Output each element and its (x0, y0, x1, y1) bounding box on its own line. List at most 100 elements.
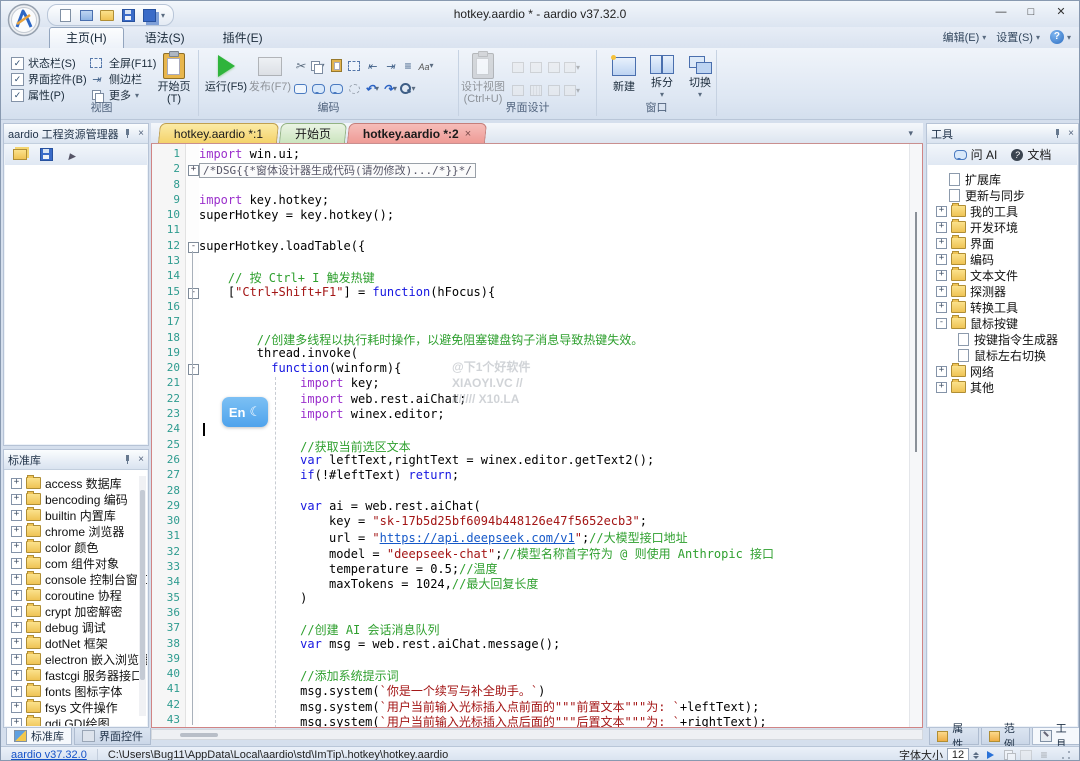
切换-button[interactable]: 切换▾ (677, 53, 723, 101)
panel-close-icon[interactable]: × (1068, 129, 1074, 138)
qat-customize-icon[interactable]: ▾ (161, 11, 165, 20)
code-line[interactable] (199, 178, 910, 193)
copy-line-icon[interactable] (1001, 749, 1015, 761)
expand-icon[interactable]: + (11, 654, 22, 665)
code-line[interactable]: superHotkey = key.hotkey(); (199, 208, 910, 223)
line-number[interactable]: 32 (152, 545, 185, 560)
line-number[interactable]: 14 (152, 269, 185, 284)
line-number[interactable]: 24 (152, 422, 185, 437)
line-number[interactable]: 41 (152, 682, 185, 697)
code-line[interactable] (199, 254, 910, 269)
line-number[interactable]: 1 (152, 147, 185, 162)
layout-group-icon[interactable]: ▾ (563, 60, 581, 76)
line-number[interactable]: 29 (152, 499, 185, 514)
expand-icon[interactable]: + (11, 638, 22, 649)
stdlib-item[interactable]: +bencoding 编码 (11, 491, 147, 507)
tools-tree-item[interactable]: +编码 (936, 251, 1077, 267)
code-line[interactable]: import web.rest.aiChat; (199, 392, 910, 407)
code-line[interactable]: //创建 AI 会话消息队列 (199, 621, 910, 636)
code-line[interactable]: url = "https://api.deepseek.com/v1";//大模… (199, 529, 910, 544)
open-icon[interactable] (98, 7, 116, 23)
stdlib-item[interactable]: +color 颜色 (11, 539, 147, 555)
toggle-case-icon[interactable]: ▾ (417, 58, 435, 74)
lasso-select-icon[interactable] (345, 81, 363, 97)
view-button-全屏(F11)[interactable]: 全屏(F11) (87, 55, 156, 71)
view-button-侧边栏[interactable]: 侧边栏 (87, 71, 156, 87)
run-button[interactable]: 运行(F5) (203, 53, 249, 101)
code-line[interactable]: //创建多线程以执行耗时操作，以避免阻塞键盘钩子消息导致热键失效。 (199, 331, 910, 346)
pin-icon[interactable] (123, 129, 132, 138)
panel-tab-属性[interactable]: 属性 (929, 728, 979, 745)
minimize-button[interactable]: — (987, 3, 1015, 22)
line-number[interactable]: 21 (152, 376, 185, 391)
editor-horizontal-scrollbar[interactable] (151, 729, 923, 740)
code-area[interactable]: import win.ui;/*DSG{{*窗体设计器生成代码(请勿修改)...… (199, 144, 910, 727)
expand-icon[interactable]: + (11, 526, 22, 537)
ribbon-tab-插件(E)[interactable]: 插件(E) (206, 27, 280, 48)
line-number[interactable]: 30 (152, 514, 185, 529)
line-number[interactable]: 10 (152, 208, 185, 223)
line-number[interactable]: 28 (152, 484, 185, 499)
pin-icon[interactable] (1053, 129, 1062, 138)
line-number[interactable]: 11 (152, 223, 185, 238)
paste-icon[interactable] (327, 58, 345, 74)
preview-icon[interactable] (509, 83, 527, 99)
stdlib-item[interactable]: +fastcgi 服务器接口 (11, 667, 147, 683)
stdlib-item[interactable]: +chrome 浏览器 (11, 523, 147, 539)
design-view-button[interactable]: 设计视图(Ctrl+U) (461, 53, 505, 101)
new-doc-icon[interactable] (56, 7, 74, 23)
resize-grip[interactable] (1061, 750, 1071, 760)
line-number[interactable]: 42 (152, 698, 185, 713)
expand-icon[interactable]: + (936, 302, 947, 313)
expand-icon[interactable]: + (11, 574, 22, 585)
line-number[interactable]: 17 (152, 315, 185, 330)
expand-icon[interactable]: + (936, 222, 947, 233)
expand-icon[interactable]: - (936, 318, 947, 329)
code-line[interactable]: ) (199, 591, 910, 606)
folders-icon[interactable] (11, 147, 29, 163)
stdlib-item[interactable]: +electron 嵌入浏览器 (11, 651, 147, 667)
indent-increase-icon[interactable] (381, 58, 399, 74)
line-number[interactable]: 22 (152, 392, 185, 407)
expand-icon[interactable]: + (936, 270, 947, 281)
expand-icon[interactable]: + (11, 718, 22, 727)
font-size-stepper[interactable] (973, 752, 979, 759)
stdlib-item[interactable]: +builtin 内置库 (11, 507, 147, 523)
code-line[interactable]: var msg = web.rest.aiChat.message(); (199, 637, 910, 652)
line-number[interactable]: 43 (152, 713, 185, 728)
code-line[interactable]: import winex.editor; (199, 407, 910, 422)
ribbon-tab-语法(S)[interactable]: 语法(S) (128, 27, 202, 48)
code-line[interactable]: model = "deepseek-chat";//模型名称首字符为 @ 则使用… (199, 545, 910, 560)
code-line[interactable]: function(winform){ (199, 361, 910, 376)
line-number[interactable]: 18 (152, 331, 185, 346)
line-number[interactable]: 9 (152, 193, 185, 208)
line-number[interactable]: 19 (152, 346, 185, 361)
stdlib-item[interactable]: +crypt 加密解密 (11, 603, 147, 619)
tools-tree-item[interactable]: 按键指令生成器 (936, 331, 1077, 347)
code-line[interactable] (199, 652, 910, 667)
line-number[interactable]: 31 (152, 529, 185, 544)
stdlib-scrollbar[interactable] (139, 476, 146, 716)
list-icon[interactable] (1037, 749, 1051, 761)
save-icon[interactable] (119, 7, 137, 23)
line-number[interactable]: 39 (152, 652, 185, 667)
tools-tree-item[interactable]: +转换工具 (936, 299, 1077, 315)
fold-margin[interactable]: +--- (186, 144, 199, 727)
close-button[interactable]: ✕ (1047, 3, 1075, 22)
document-tab-hotkey.aardio *:2[interactable]: hotkey.aardio *:2× (347, 123, 487, 143)
line-number[interactable]: 25 (152, 438, 185, 453)
code-line[interactable]: import key.hotkey; (199, 193, 910, 208)
expand-icon[interactable]: + (11, 686, 22, 697)
stdlib-item[interactable]: +console 控制台窗口 (11, 571, 147, 587)
code-line[interactable] (199, 315, 910, 330)
pin-icon[interactable]: ▾ (563, 83, 581, 99)
expand-icon[interactable]: + (936, 206, 947, 217)
code-line[interactable] (199, 300, 910, 315)
code-line[interactable]: msg.system(`你是一个续写与补全助手。`) (199, 682, 910, 697)
expand-icon[interactable]: + (11, 622, 22, 633)
fold-toggle-icon[interactable]: - (188, 242, 199, 253)
code-line[interactable]: // 按 Ctrl+ I 触发热键 (199, 269, 910, 284)
line-number[interactable]: 15 (152, 285, 185, 300)
code-line[interactable]: //添加系统提示词 (199, 667, 910, 682)
code-line[interactable]: maxTokens = 1024,//最大回复长度 (199, 575, 910, 590)
